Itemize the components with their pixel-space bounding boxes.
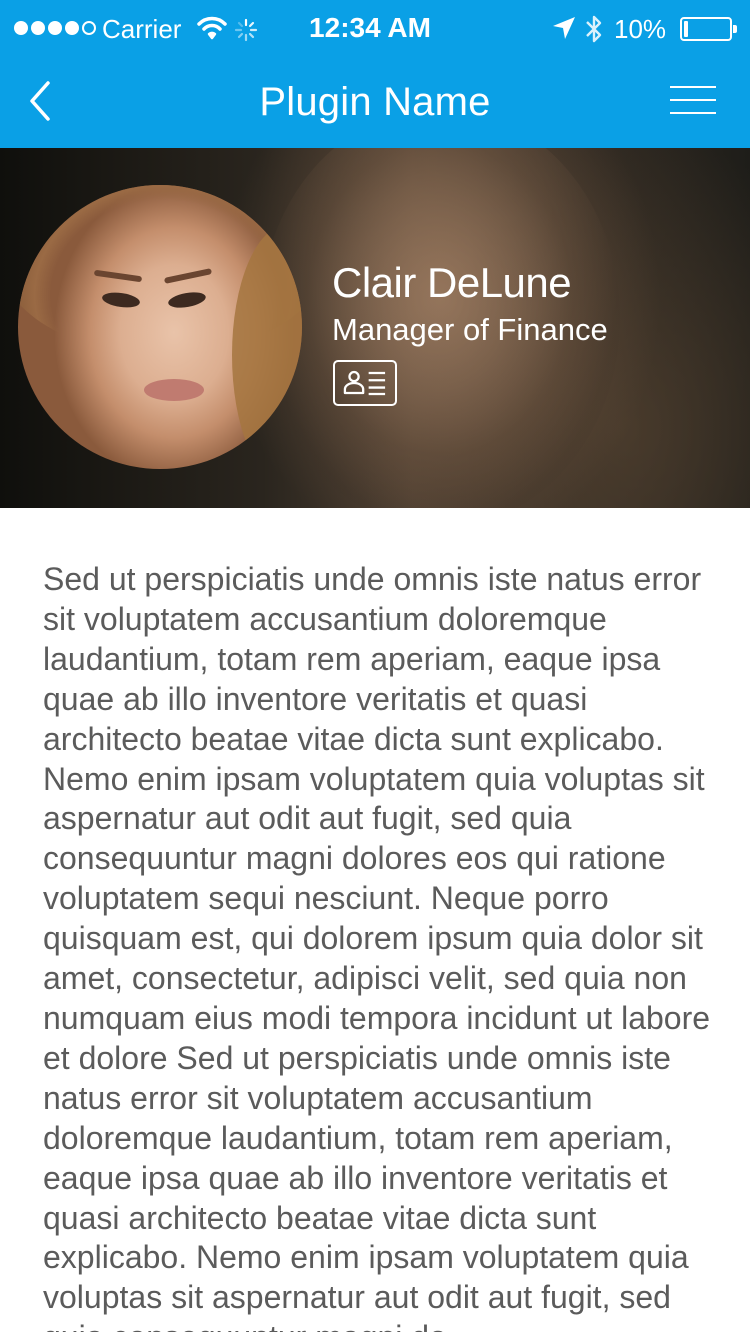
location-arrow-icon	[553, 17, 575, 39]
avatar	[18, 185, 302, 469]
battery-percent: 10%	[614, 14, 667, 44]
menu-button[interactable]	[670, 82, 718, 118]
profile-header: Clair DeLune Manager of Finance	[0, 148, 750, 508]
content-area: Sed ut perspiciatis unde omnis iste natu…	[43, 560, 713, 1332]
body-text: Sed ut perspiciatis unde omnis iste natu…	[43, 561, 711, 1332]
status-bar: Carrier 12:34 AM 10%	[0, 0, 750, 58]
contact-card-icon[interactable]	[333, 360, 397, 406]
top-bar: Carrier 12:34 AM 10% Plugin Name	[0, 0, 750, 148]
navigation-bar: Plugin Name	[0, 58, 750, 148]
page-title: Plugin Name	[259, 80, 491, 124]
bluetooth-icon	[586, 15, 602, 43]
profile-title: Manager of Finance	[332, 312, 608, 347]
battery-icon	[680, 17, 737, 41]
profile-name: Clair DeLune	[332, 259, 572, 306]
profile-info: Clair DeLune Manager of Finance	[332, 258, 608, 406]
battery-fill	[684, 21, 688, 37]
